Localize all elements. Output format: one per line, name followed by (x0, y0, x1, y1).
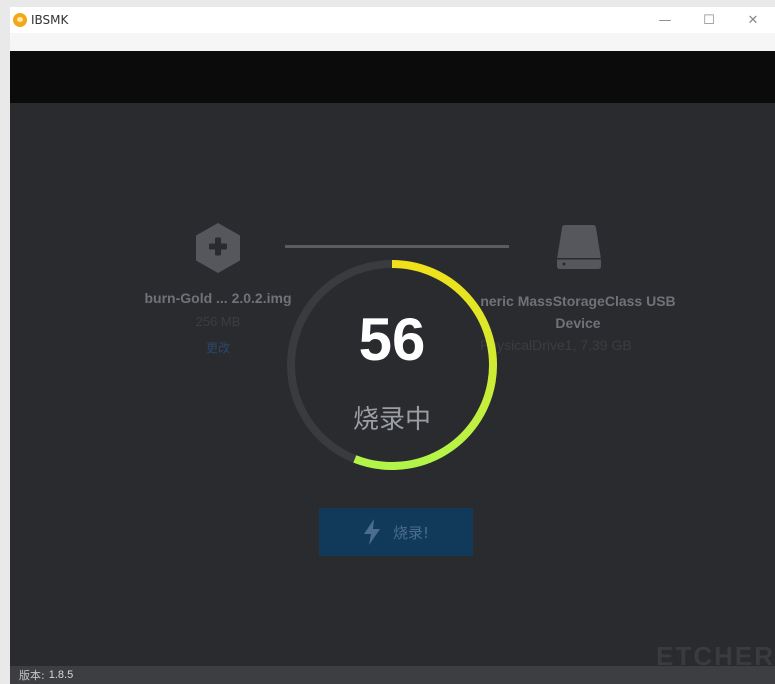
flash-button[interactable]: 烧录! (319, 508, 473, 556)
main-content: burn-Gold ... 2.0.2.img 256 MB 更改 neric … (10, 103, 775, 671)
status-bar: 版本: 1.8.5 (10, 666, 775, 684)
window-controls: — ☐ ✕ (643, 7, 775, 33)
plus-hex-icon[interactable] (195, 222, 241, 274)
close-button[interactable]: ✕ (731, 7, 775, 33)
lightning-icon (363, 519, 380, 545)
window-title: IBSMK (31, 13, 69, 27)
flash-button-label: 烧录! (392, 523, 429, 542)
version-label: 版本: (19, 669, 45, 682)
maximize-button[interactable]: ☐ (687, 7, 731, 33)
title-bar: IBSMK — ☐ ✕ (10, 7, 775, 33)
drive-icon[interactable] (556, 224, 602, 270)
version-value: 1.8.5 (48, 669, 74, 681)
minimize-button[interactable]: — (643, 7, 687, 33)
progress-percent: 56 (358, 306, 426, 373)
progress-status: 烧录中 (352, 405, 431, 435)
app-window: IBSMK — ☐ ✕ burn-Gold ... 2.0.2.img 256 … (10, 7, 775, 684)
menu-bar (10, 33, 775, 51)
drive-detail: PhysicalDrive1, 7.39 GB (480, 337, 632, 353)
header-bar (10, 51, 775, 103)
app-icon (13, 13, 27, 27)
step-connector (285, 245, 509, 248)
